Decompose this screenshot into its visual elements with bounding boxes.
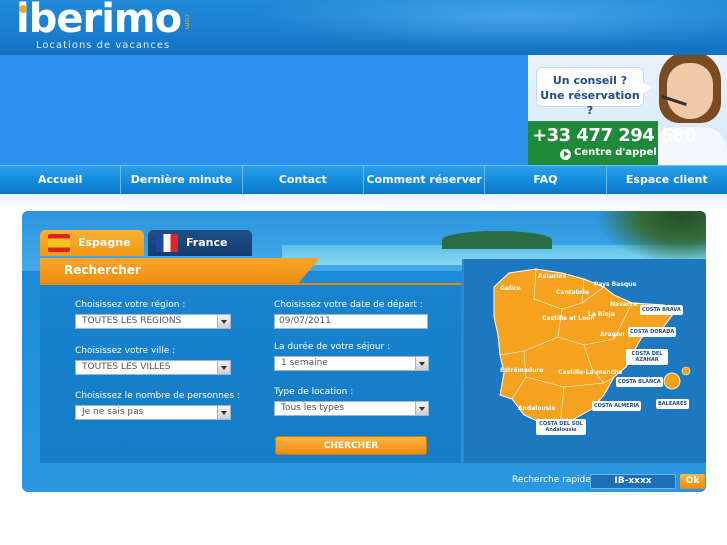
region-estremadure[interactable]: Estrémadure: [500, 367, 543, 374]
agent-photo: [653, 55, 727, 165]
date-input[interactable]: 09/07/2011: [274, 314, 428, 329]
header-decoration: [207, 0, 727, 55]
tab-espagne-label: Espagne: [78, 236, 131, 249]
costa-del-azahar-badge[interactable]: COSTA DEL AZAHAR: [626, 349, 668, 365]
header: iberimo .com Locations de vacances: [0, 0, 727, 55]
nav-derniere-minute[interactable]: Dernière minute: [121, 166, 243, 195]
spain-map[interactable]: Asturies Galice Pays Basque Cantabrie Na…: [462, 259, 706, 463]
city-value: TOUTES LES VILLES: [82, 362, 171, 372]
france-flag-icon: [156, 234, 178, 252]
tab-espagne[interactable]: Espagne: [40, 230, 144, 256]
region-aragon[interactable]: Aragon: [600, 331, 624, 338]
dropdown-arrow-icon: [415, 357, 428, 370]
logo-dot: [19, 5, 27, 13]
quick-search-input[interactable]: IB-xxxx: [590, 474, 676, 489]
play-icon: [560, 149, 571, 160]
date-label: Choisissez votre date de départ :: [274, 300, 423, 310]
nav-comment-reserver[interactable]: Comment réserver: [364, 166, 486, 195]
phone-number: +33 477 294 680: [532, 125, 697, 146]
page-bottom: [0, 492, 727, 545]
logo[interactable]: iberimo .com Locations de vacances: [16, 0, 191, 52]
logo-text: iberimo: [16, 0, 182, 42]
costa-del-sol-badge[interactable]: COSTA DEL SOL Andalousie: [536, 419, 586, 435]
costa-almeria-badge[interactable]: COSTA ALMERIA: [592, 401, 642, 411]
region-label: Choisissez votre région :: [75, 300, 186, 310]
page: iberimo .com Locations de vacances Un co…: [0, 0, 727, 545]
region-navarre[interactable]: Navarre: [610, 301, 637, 308]
baleares-badge[interactable]: BALEARES: [656, 399, 690, 409]
duration-select[interactable]: 1 semaine: [274, 356, 429, 371]
nav-espace-client[interactable]: Espace client: [607, 166, 727, 195]
nav-contact[interactable]: Contact: [243, 166, 364, 195]
call-center-box[interactable]: Un conseil ? Une réservation ? +33 477 2…: [528, 55, 727, 165]
costa-dorada-badge[interactable]: COSTA DORADA: [628, 327, 677, 337]
dropdown-arrow-icon: [217, 361, 230, 374]
persons-label: Choisissez le nombre de personnes :: [75, 391, 240, 401]
nav-accueil[interactable]: Accueil: [0, 166, 122, 195]
call-center-label: Centre d'appel: [574, 147, 657, 158]
tab-france-label: France: [186, 236, 228, 249]
bubble-line-1: Un conseil ?: [552, 74, 628, 87]
island-decoration: [442, 231, 552, 249]
spain-flag-icon: [48, 234, 70, 252]
region-cantabrie[interactable]: Cantabrie: [556, 289, 589, 296]
main-nav: Accueil Dernière minute Contact Comment …: [0, 165, 727, 195]
type-label: Type de location :: [274, 387, 354, 397]
region-pays-basque[interactable]: Pays Basque: [594, 281, 637, 288]
search-form: Choisissez votre région : TOUTES LES REG…: [40, 285, 461, 463]
quick-search-ok-button[interactable]: Ok: [680, 474, 705, 489]
search-panel: Espagne France Rechercher Choisissez vot…: [22, 211, 706, 492]
banner: [0, 55, 528, 165]
region-castille-la-manche[interactable]: Castille-La-manche: [558, 369, 622, 376]
quick-search-label: Recherche rapide: [512, 475, 591, 485]
dropdown-arrow-icon: [217, 406, 230, 419]
duration-label: La durée de votre séjour :: [274, 342, 391, 352]
nav-faq[interactable]: FAQ: [485, 166, 607, 195]
logo-tld: .com: [183, 12, 191, 30]
persons-value: Je ne sais pas: [82, 407, 144, 417]
search-button[interactable]: CHERCHER: [275, 436, 427, 455]
bubble-line-2: Une réservation ?: [540, 89, 640, 117]
type-value: Tous les types: [281, 403, 345, 413]
region-castille-leon[interactable]: Castille et Leon: [542, 315, 595, 322]
logo-tagline: Locations de vacances: [36, 40, 171, 51]
search-title: Rechercher: [64, 263, 141, 277]
persons-select[interactable]: Je ne sais pas: [75, 405, 231, 420]
region-andalousie[interactable]: Andalousie: [518, 405, 555, 412]
speech-bubble: Un conseil ? Une réservation ?: [536, 67, 651, 117]
dropdown-arrow-icon: [217, 315, 230, 328]
city-label: Choisissez votre ville :: [75, 346, 176, 356]
duration-value: 1 semaine: [281, 358, 328, 368]
region-galice[interactable]: Galice: [500, 285, 521, 292]
region-asturies[interactable]: Asturies: [538, 273, 566, 280]
city-select[interactable]: TOUTES LES VILLES: [75, 360, 231, 375]
costa-blanca-badge[interactable]: COSTA BLANCA: [616, 377, 663, 387]
region-select[interactable]: TOUTES LES REGIONS: [75, 314, 231, 329]
tab-france[interactable]: France: [148, 230, 252, 256]
separator-band: [0, 194, 727, 210]
region-value: TOUTES LES REGIONS: [82, 316, 182, 326]
type-select[interactable]: Tous les types: [274, 401, 429, 416]
search-heading: Rechercher: [40, 258, 320, 284]
dropdown-arrow-icon: [415, 402, 428, 415]
costa-brava-badge[interactable]: COSTA BRAVA: [640, 305, 683, 315]
